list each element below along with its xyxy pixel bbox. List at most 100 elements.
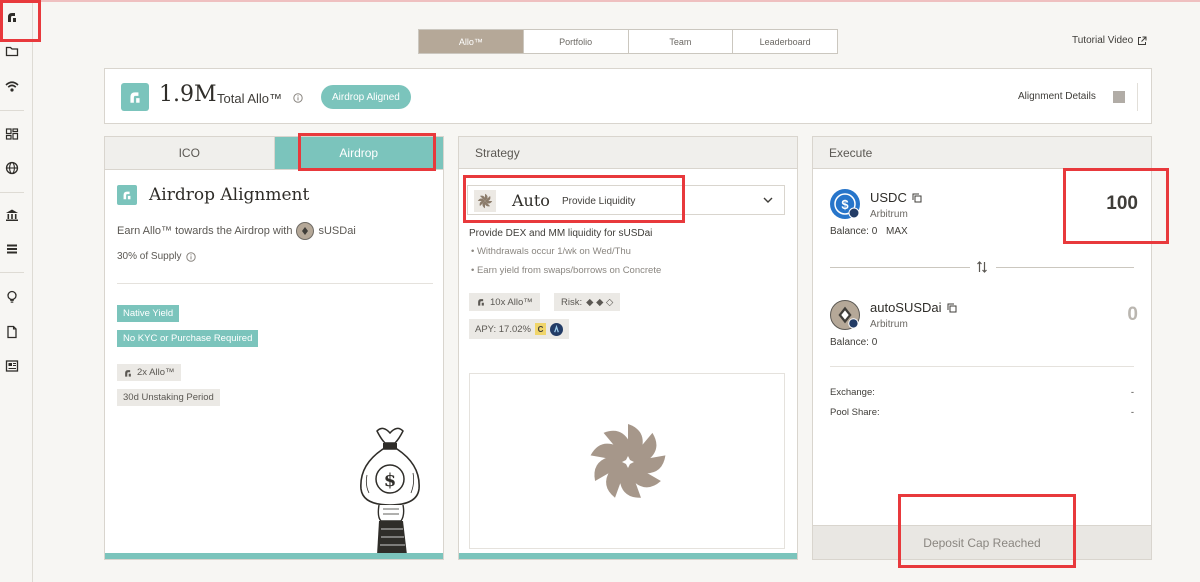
strategy-art xyxy=(469,373,785,549)
to-balance: Balance: 0 xyxy=(830,337,878,348)
from-amount-input[interactable]: 100 xyxy=(1106,193,1138,215)
strategy-header: Strategy xyxy=(459,137,797,169)
tab-allo[interactable]: Allo™ xyxy=(419,30,524,53)
supply-text: 30% of Supply xyxy=(117,251,182,262)
panel-tabs: ICO Airdrop xyxy=(105,137,443,170)
bullet-text: Withdrawals occur 1/wk on Wed/Thu xyxy=(476,246,631,257)
tab-team[interactable]: Team xyxy=(629,30,734,53)
panel-accent-bar xyxy=(459,553,797,559)
risk-symbols: ◆ ◆ ◇ xyxy=(586,296,614,308)
earn-token: sUSDai xyxy=(318,225,356,237)
execute-header: Execute xyxy=(813,137,1151,169)
divider xyxy=(996,267,1134,268)
exchange-row: Exchange: - xyxy=(830,387,1134,398)
earn-text: Earn Allo™ towards the Airdrop with xyxy=(117,225,293,237)
execute-panel: Execute $ USDC Arbitrum Balance: 0 MAX 1… xyxy=(812,136,1152,560)
pool-share-label: Pool Share: xyxy=(830,407,880,418)
bullet-text: Earn yield from swaps/borrows on Concret… xyxy=(476,265,662,276)
exchange-value: - xyxy=(1130,387,1134,398)
svg-text:$: $ xyxy=(841,197,849,212)
allo-logo-icon xyxy=(125,369,131,377)
total-allo-bar: 1.9M Total Allo™ Airdrop Aligned Alignme… xyxy=(104,68,1152,124)
from-asset-chain: Arbitrum xyxy=(870,209,908,220)
tutorial-video-label: Tutorial Video xyxy=(1072,35,1134,46)
tag-unstaking: 30d Unstaking Period xyxy=(117,389,220,406)
sidebar-divider xyxy=(0,110,24,111)
lightbulb-icon[interactable] xyxy=(4,289,20,305)
airdrop-title: Airdrop Alignment xyxy=(149,185,310,205)
newspaper-icon[interactable] xyxy=(4,358,20,374)
divider xyxy=(117,283,433,284)
swap-arrows-icon[interactable] xyxy=(975,260,989,274)
strategy-bullet: • Earn yield from swaps/borrows on Concr… xyxy=(471,265,662,276)
allo-logo-icon xyxy=(121,83,149,111)
to-amount-output: 0 xyxy=(1127,304,1138,325)
globe-icon[interactable] xyxy=(4,160,20,176)
dashboard-icon[interactable] xyxy=(4,126,20,142)
stack-icon[interactable] xyxy=(4,241,20,257)
strategy-name: Auto xyxy=(512,191,550,210)
pool-share-row: Pool Share: - xyxy=(830,407,1134,418)
copy-icon[interactable] xyxy=(947,303,957,313)
apy-chip: APY: 17.02% C xyxy=(469,319,569,339)
multiplier-label: 10x Allo™ xyxy=(490,296,533,308)
external-link-icon xyxy=(1138,36,1147,45)
folder-icon[interactable] xyxy=(4,43,20,59)
supply-line: 30% of Supply xyxy=(117,251,196,262)
tag-native-yield: Native Yield xyxy=(117,305,180,322)
alignment-details-toggle[interactable] xyxy=(1113,91,1125,103)
top-border xyxy=(0,0,1200,2)
tag-multiplier: 2x Allo™ xyxy=(117,364,181,381)
strategy-bullet: • Withdrawals occur 1/wk on Wed/Thu xyxy=(471,246,631,257)
dollar-symbol: $ xyxy=(384,470,397,491)
autosusdai-icon xyxy=(830,300,860,330)
to-asset-name: autoSUSDai xyxy=(870,300,957,315)
total-allo-amount: 1.9M xyxy=(159,82,217,107)
from-balance-label: Balance: 0 xyxy=(830,226,878,237)
pinwheel-icon xyxy=(474,190,496,212)
risk-chip: Risk: ◆ ◆ ◇ xyxy=(554,293,621,311)
document-icon[interactable] xyxy=(4,324,20,340)
deposit-button[interactable]: Deposit Cap Reached xyxy=(813,525,1151,559)
tutorial-video-link[interactable]: Tutorial Video xyxy=(1072,35,1147,46)
tab-leaderboard[interactable]: Leaderboard xyxy=(733,30,837,53)
usdc-icon: $ xyxy=(830,189,860,219)
to-asset-symbol: autoSUSDai xyxy=(870,300,942,315)
strategy-select[interactable]: Auto Provide Liquidity xyxy=(467,185,785,215)
divider xyxy=(830,366,1134,367)
tag-multiplier-label: 2x Allo™ xyxy=(137,367,175,378)
concrete-icon: C xyxy=(534,323,546,335)
airdrop-panel: ICO Airdrop Airdrop Alignment Earn Allo™… xyxy=(104,136,444,560)
info-icon[interactable] xyxy=(293,93,303,103)
from-balance: Balance: 0 MAX xyxy=(830,226,908,237)
tab-portfolio[interactable]: Portfolio xyxy=(524,30,629,53)
chevron-down-icon xyxy=(763,197,773,203)
max-button[interactable]: MAX xyxy=(886,226,908,237)
susdai-token-icon xyxy=(296,222,315,240)
copy-icon[interactable] xyxy=(912,193,922,203)
risk-label: Risk: xyxy=(561,296,583,308)
strategy-panel: Strategy Auto Provide Liquidity Provide … xyxy=(458,136,798,560)
sidebar-divider xyxy=(0,272,24,273)
wifi-icon[interactable] xyxy=(4,78,20,94)
allo-logo-icon xyxy=(478,299,484,306)
to-asset-chain: Arbitrum xyxy=(870,319,908,330)
strategy-description: Provide DEX and MM liquidity for sUSDai xyxy=(469,228,653,239)
tab-ico[interactable]: ICO xyxy=(105,137,275,169)
arbitrum-icon xyxy=(549,322,563,336)
earn-line: Earn Allo™ towards the Airdrop with sUSD… xyxy=(117,222,356,240)
bank-icon[interactable] xyxy=(4,207,20,223)
moneybag-illustration: $ xyxy=(360,427,420,555)
info-icon[interactable] xyxy=(185,251,196,262)
sidebar xyxy=(0,0,33,582)
total-allo-label: Total Allo™ xyxy=(217,91,283,106)
pinwheel-icon xyxy=(590,424,666,498)
tag-no-kyc: No KYC or Purchase Required xyxy=(117,330,259,347)
top-tabs: Allo™ Portfolio Team Leaderboard xyxy=(418,29,838,54)
tab-airdrop[interactable]: Airdrop xyxy=(274,137,443,169)
airdrop-aligned-badge[interactable]: Airdrop Aligned xyxy=(321,85,411,109)
multiplier-chip: 10x Allo™ xyxy=(469,293,540,311)
allo-logo-icon xyxy=(117,185,137,205)
allo-logo-icon[interactable] xyxy=(4,9,20,25)
alignment-details-label: Alignment Details xyxy=(1018,91,1096,102)
